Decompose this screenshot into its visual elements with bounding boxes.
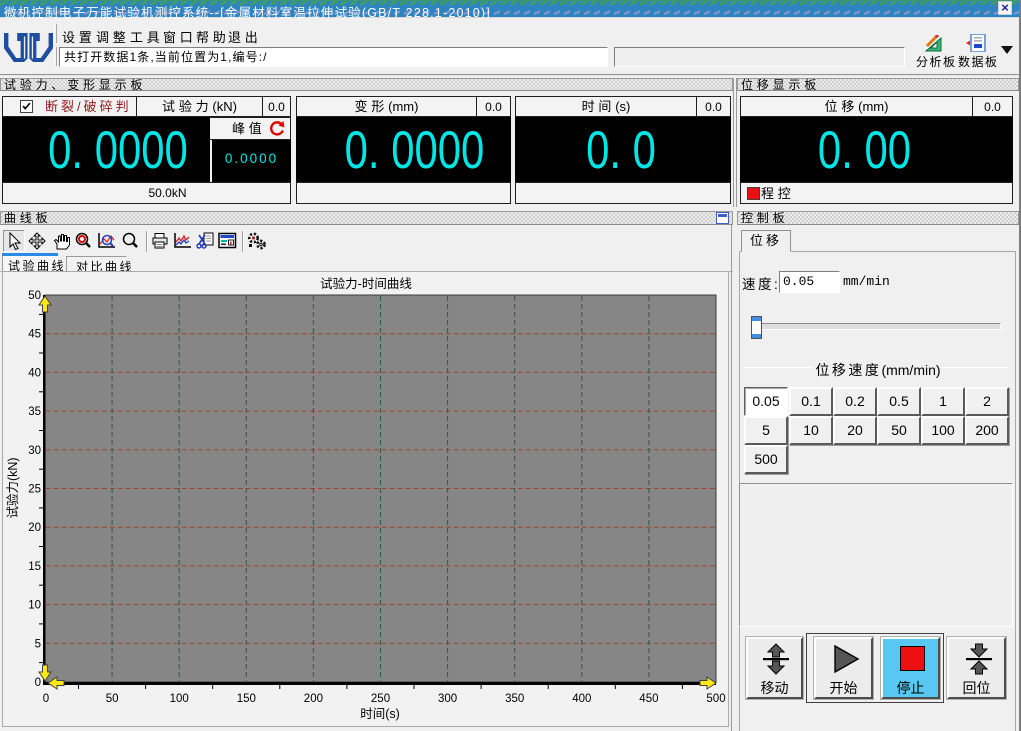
- svg-text:50: 50: [106, 693, 119, 705]
- svg-text:150: 150: [237, 693, 256, 705]
- svg-text:100: 100: [170, 693, 189, 705]
- svg-text:350: 350: [505, 693, 524, 705]
- svg-text:试验力-时间曲线: 试验力-时间曲线: [320, 276, 412, 291]
- svg-text:300: 300: [438, 693, 457, 705]
- svg-text:30: 30: [28, 445, 41, 457]
- svg-text:50: 50: [28, 290, 41, 302]
- svg-text:20: 20: [28, 522, 41, 534]
- svg-text:250: 250: [371, 693, 390, 705]
- svg-text:40: 40: [28, 367, 41, 379]
- svg-text:25: 25: [28, 484, 41, 496]
- svg-text:450: 450: [639, 693, 658, 705]
- svg-text:500: 500: [706, 693, 725, 705]
- svg-text:10: 10: [28, 600, 41, 612]
- svg-text:5: 5: [35, 638, 41, 650]
- svg-text:0: 0: [35, 677, 41, 689]
- svg-text:试验力(kN): 试验力(kN): [5, 457, 20, 518]
- svg-text:200: 200: [304, 693, 323, 705]
- svg-text:35: 35: [28, 406, 41, 418]
- svg-text:15: 15: [28, 561, 41, 573]
- svg-text:45: 45: [28, 329, 41, 341]
- svg-text:0: 0: [43, 693, 49, 705]
- svg-text:400: 400: [572, 693, 591, 705]
- svg-text:时间(s): 时间(s): [360, 707, 400, 721]
